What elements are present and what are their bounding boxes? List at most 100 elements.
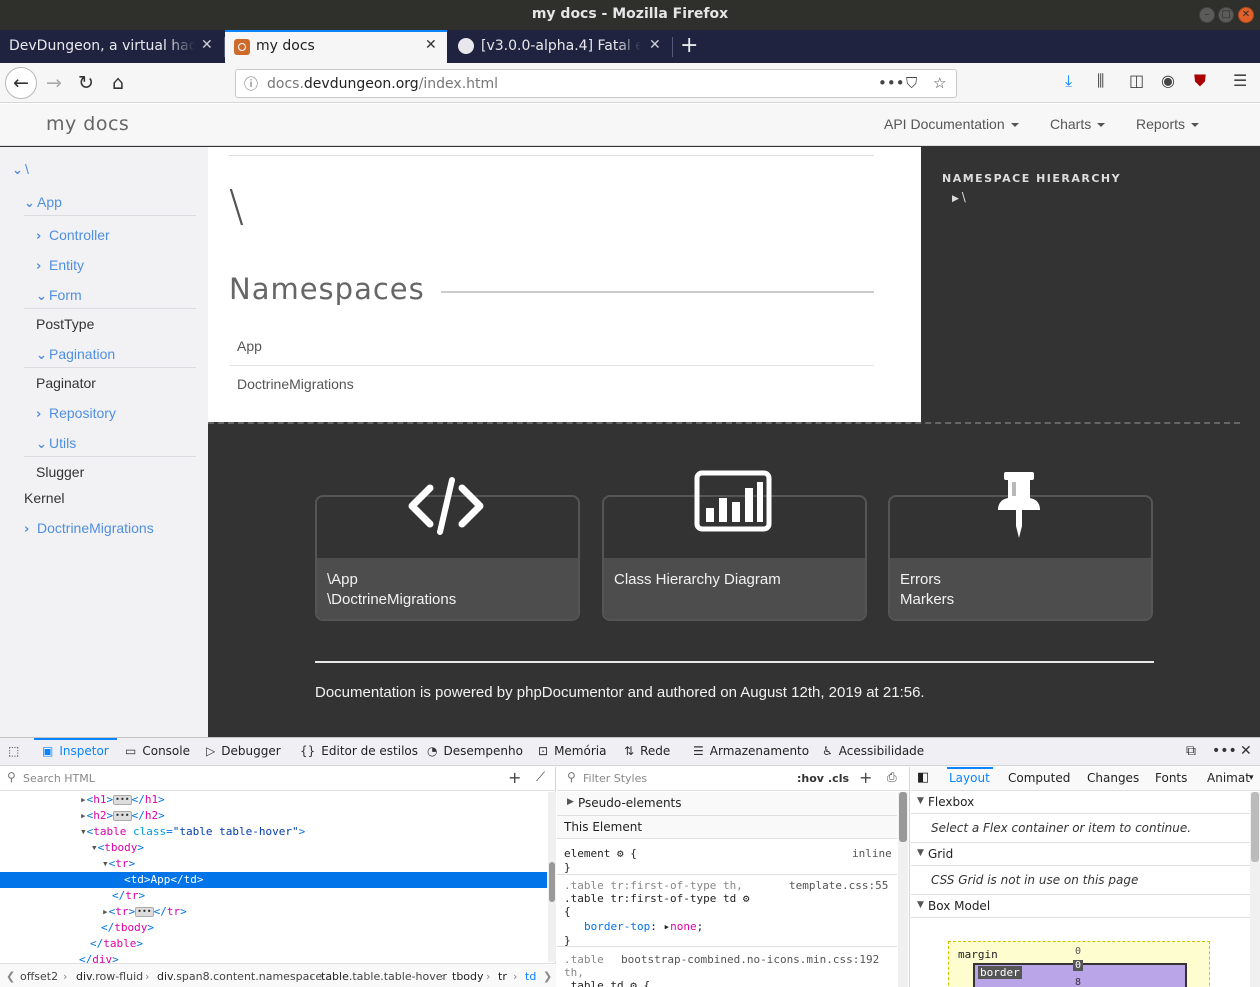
markup-node-tr-close[interactable]: </tr>: [112, 888, 145, 904]
markup-node-td-selected[interactable]: <td>App</td>: [0, 872, 547, 888]
add-node-button[interactable]: +: [508, 768, 521, 787]
minimize-button[interactable]: –: [1199, 7, 1215, 23]
scrollbar-thumb[interactable]: [1251, 792, 1259, 862]
markup-node-h2[interactable]: ▸<h2> ••• </h2>: [80, 808, 165, 824]
sidebar-item-slugger[interactable]: Slugger: [36, 464, 84, 480]
add-rule-button[interactable]: +: [859, 768, 872, 787]
menu-charts[interactable]: Charts: [1050, 116, 1106, 132]
markup-node-table[interactable]: ▾<table class="table table-hover">: [80, 824, 305, 840]
sidebar-item-posttype[interactable]: PostType: [36, 316, 94, 332]
rule-selector[interactable]: th,: [564, 966, 584, 979]
collapsed-content-icon[interactable]: •••: [113, 795, 132, 805]
sidebar-item-root[interactable]: ⌄ \: [12, 161, 29, 178]
tab-close-icon[interactable]: ✕: [649, 37, 661, 53]
maximize-button[interactable]: □: [1218, 7, 1234, 23]
pocket-icon[interactable]: ⛉: [906, 74, 917, 92]
tab-style-editor[interactable]: {} Editor de estilos: [300, 744, 418, 758]
breadcrumb-item[interactable]: table.table.table-hover: [321, 970, 447, 983]
rule-source-link[interactable]: bootstrap-combined.no-icons.min.css:192: [621, 953, 895, 966]
library-icon[interactable]: ⫼: [1097, 71, 1104, 91]
tab-network[interactable]: ⇅ Rede: [624, 744, 670, 758]
rule-source-link[interactable]: template.css:55: [789, 879, 888, 892]
markup-node-h1[interactable]: ▸<h1> ••• </h1>: [80, 792, 165, 808]
expand-triangle-icon[interactable]: ▸: [102, 905, 109, 918]
bookmark-star-icon[interactable]: ☆: [933, 74, 946, 92]
sidebar-item-app[interactable]: ⌄ App: [24, 194, 62, 211]
margin-top-value[interactable]: 0: [1075, 946, 1081, 957]
page-actions-icon[interactable]: •••: [878, 74, 905, 92]
sidebar-item-entity[interactable]: › Entity: [36, 257, 84, 274]
tab-debugger[interactable]: ▷ Debugger: [206, 744, 281, 758]
tab-fonts[interactable]: Fonts: [1155, 771, 1187, 785]
table-row[interactable]: DoctrineMigrations: [229, 365, 874, 402]
hierarchy-item-root[interactable]: ▶ \: [952, 190, 966, 204]
toggle-sidebar-icon[interactable]: ◧: [917, 770, 929, 785]
markup-node-table-close[interactable]: </table>: [90, 936, 143, 952]
rule-selector[interactable]: .table: [564, 953, 604, 966]
card-line[interactable]: Markers: [900, 590, 954, 610]
element-rule[interactable]: element ⚙ {: [564, 847, 637, 860]
expand-triangle-icon[interactable]: ▸: [80, 809, 87, 822]
pseudo-elements-section[interactable]: ▶ Pseudo-elements: [557, 792, 897, 816]
collapse-triangle-icon[interactable]: ▾: [91, 841, 98, 854]
markup-node-tbody[interactable]: ▾<tbody>: [91, 840, 144, 856]
class-toggle[interactable]: .cls: [828, 772, 849, 785]
reload-button[interactable]: ↻: [72, 69, 100, 97]
collapse-triangle-icon[interactable]: ▾: [80, 825, 87, 838]
eyedropper-icon[interactable]: ⟋: [536, 770, 545, 785]
forward-button[interactable]: →: [40, 69, 68, 97]
tab-close-icon[interactable]: ✕: [425, 37, 437, 53]
url-text[interactable]: docs.devdungeon.org/index.html: [267, 76, 498, 92]
menu-api-documentation[interactable]: API Documentation: [884, 116, 1019, 132]
scrollbar-thumb[interactable]: [549, 862, 555, 902]
markup-node-tr[interactable]: ▾<tr>: [102, 856, 135, 872]
css-declaration[interactable]: border-top: ▸none;: [584, 920, 703, 933]
ublock-icon[interactable]: ⛊: [1194, 71, 1206, 91]
box-model-section-header[interactable]: ▼ Box Model: [911, 896, 1250, 918]
home-button[interactable]: ⌂: [104, 69, 132, 97]
rule-selector[interactable]: .table tr:first-of-type td ⚙: [564, 892, 749, 905]
back-button[interactable]: ←: [5, 67, 37, 99]
sidebar-item-pagination[interactable]: ⌄ Pagination: [36, 346, 115, 363]
breadcrumb-scroll-right-icon[interactable]: ❯: [543, 970, 552, 983]
site-info-icon[interactable]: ⓘ: [244, 74, 258, 94]
table-row[interactable]: App: [229, 328, 874, 365]
tab-accessibility[interactable]: ♿ Acessibilidade: [822, 744, 924, 758]
tab-animations[interactable]: Animat: [1207, 771, 1250, 785]
hover-state-toggle[interactable]: :hov: [797, 772, 824, 785]
card-line[interactable]: \App: [327, 570, 456, 590]
dock-icon[interactable]: ⧉: [1186, 743, 1196, 759]
markup-node-tbody-close[interactable]: </tbody>: [101, 920, 154, 936]
tab-storage[interactable]: ☰ Armazenamento: [693, 744, 809, 758]
namespace-link[interactable]: DoctrineMigrations: [237, 376, 354, 392]
flexbox-section-header[interactable]: ▼ Flexbox: [911, 792, 1250, 814]
sidebar-item-kernel[interactable]: Kernel: [24, 490, 64, 506]
sidebar-item-form[interactable]: ⌄ Form: [36, 287, 82, 304]
sidebar-icon[interactable]: ◫: [1129, 71, 1144, 90]
tab-devdungeon[interactable]: DevDungeon, a virtual hacke ✕: [0, 30, 224, 63]
search-html-input[interactable]: Search HTML: [23, 772, 95, 785]
hamburger-menu-icon[interactable]: ☰: [1233, 71, 1247, 90]
menu-reports[interactable]: Reports: [1136, 116, 1200, 132]
element-picker-button[interactable]: ⬚: [8, 744, 25, 758]
sidebar-item-paginator[interactable]: Paginator: [36, 375, 96, 391]
card-line[interactable]: \DoctrineMigrations: [327, 590, 456, 610]
collapsed-content-icon[interactable]: •••: [113, 811, 132, 821]
breadcrumb-item[interactable]: tr: [498, 970, 507, 983]
tab-my-docs[interactable]: my docs ✕: [225, 30, 447, 63]
markup-node-tr-2[interactable]: ▸<tr> ••• </tr>: [102, 904, 187, 920]
collapse-triangle-icon[interactable]: ▾: [102, 857, 109, 870]
tab-performance[interactable]: ◔ Desempenho: [427, 744, 523, 758]
download-icon[interactable]: ⤓: [1065, 71, 1072, 91]
close-devtools-icon[interactable]: ✕: [1240, 743, 1252, 759]
breadcrumb-item[interactable]: div.row-fluid: [76, 970, 143, 983]
filter-styles-input[interactable]: Filter Styles: [583, 772, 647, 785]
breadcrumb-item[interactable]: offset2: [20, 970, 58, 983]
site-brand[interactable]: my docs: [46, 113, 129, 135]
grid-section-header[interactable]: ▼ Grid: [911, 844, 1250, 866]
sidebar-item-repository[interactable]: › Repository: [36, 405, 116, 422]
breadcrumb-item[interactable]: div.span8.content.namespace: [157, 970, 322, 983]
breadcrumb-item[interactable]: tbody: [452, 970, 484, 983]
tab-computed[interactable]: Computed: [1008, 771, 1070, 785]
sidebar-item-controller[interactable]: › Controller: [36, 227, 110, 244]
